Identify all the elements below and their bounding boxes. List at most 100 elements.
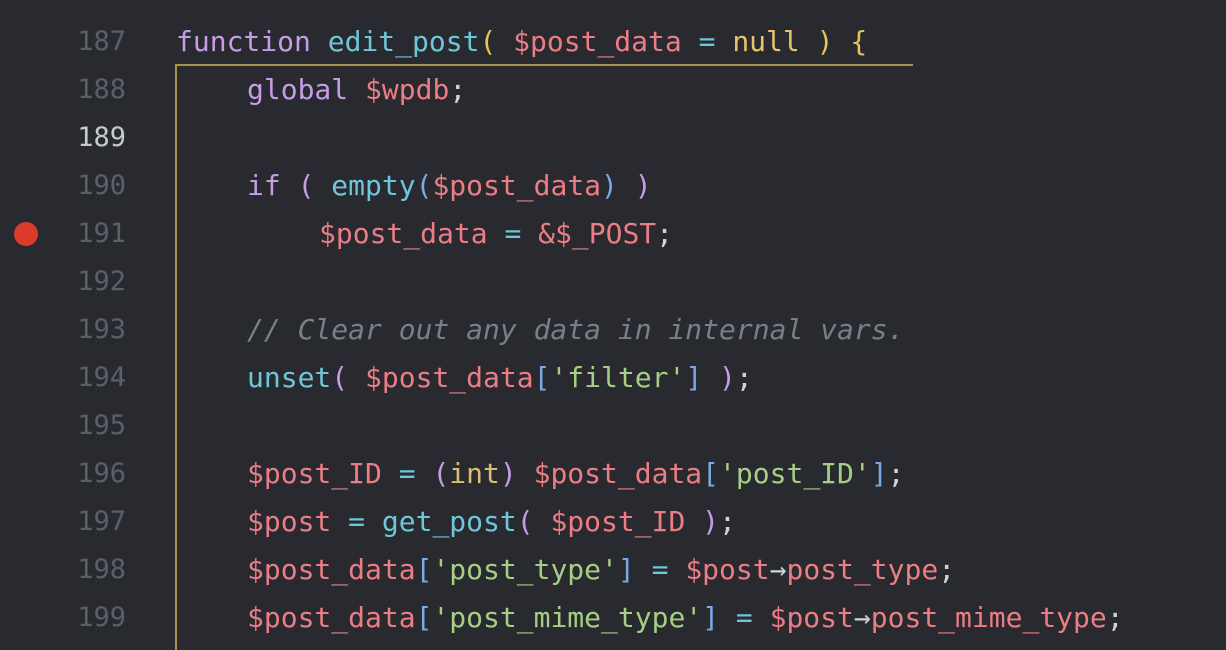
semicolon: ; xyxy=(887,457,905,490)
variable: $post_data xyxy=(365,361,534,394)
variable: $post_data xyxy=(533,457,703,490)
bracket: [ xyxy=(415,553,433,586)
type-cast: int xyxy=(449,457,500,490)
operator: = xyxy=(698,25,716,58)
line-number: 187 xyxy=(77,26,126,57)
operator: = xyxy=(398,457,416,490)
gutter-line[interactable]: 187 xyxy=(0,18,150,66)
arrow-operator: → xyxy=(769,553,787,586)
variable: $post_data xyxy=(432,169,602,202)
semicolon: ; xyxy=(735,361,753,394)
gutter-line[interactable]: 191 xyxy=(0,210,150,258)
function-name: get_post xyxy=(381,505,517,538)
semicolon: ; xyxy=(656,217,674,250)
paren: ) xyxy=(702,505,720,538)
paren: ) xyxy=(634,169,652,202)
variable: $post_data xyxy=(319,217,488,250)
code-line[interactable]: $post_data = &$_POST; xyxy=(319,210,673,258)
gutter-line[interactable]: 193 xyxy=(0,306,150,354)
bracket: ] xyxy=(617,553,635,586)
variable: $post_data xyxy=(513,25,682,58)
string-literal: 'post_ID' xyxy=(719,457,871,490)
line-number: 194 xyxy=(77,362,126,393)
property: post_mime_type xyxy=(870,601,1107,634)
gutter-line[interactable]: 198 xyxy=(0,546,150,594)
bracket: [ xyxy=(702,457,720,490)
keyword: global xyxy=(247,73,349,106)
line-number: 196 xyxy=(77,458,126,489)
code-line[interactable]: unset( $post_data['filter'] ); xyxy=(247,354,753,402)
semicolon: ; xyxy=(719,505,736,538)
variable: $post xyxy=(685,553,770,586)
bracket: ] xyxy=(702,601,720,634)
keyword: if xyxy=(247,169,281,202)
variable: $_POST xyxy=(555,217,657,250)
paren: ) xyxy=(499,457,517,490)
line-number: 193 xyxy=(77,314,126,345)
paren: ) xyxy=(719,361,736,394)
variable: $post xyxy=(247,505,332,538)
comment: // Clear out any data in internal vars. xyxy=(247,313,905,346)
code-line[interactable]: if ( empty($post_data) ) xyxy=(247,162,652,210)
variable: $post_ID xyxy=(247,457,382,490)
arrow-operator: → xyxy=(853,601,871,634)
paren: ) xyxy=(601,169,618,202)
line-number: 190 xyxy=(77,170,126,201)
variable: $post xyxy=(769,601,854,634)
semicolon: ; xyxy=(1106,601,1124,634)
code-line[interactable]: $post = get_post( $post_ID ); xyxy=(247,498,736,546)
paren: ( xyxy=(516,505,534,538)
paren: ( xyxy=(331,361,349,394)
gutter-line[interactable]: 192 xyxy=(0,258,150,306)
line-number: 197 xyxy=(77,506,126,537)
line-number: 195 xyxy=(77,410,126,441)
paren: ( xyxy=(297,169,315,202)
paren: ( xyxy=(479,25,497,58)
gutter-line[interactable]: 196 xyxy=(0,450,150,498)
string-literal: 'post_mime_type' xyxy=(432,601,703,634)
line-number-current: 189 xyxy=(77,122,126,153)
brace: { xyxy=(850,25,868,58)
gutter-line[interactable]: 194 xyxy=(0,354,150,402)
line-number: 191 xyxy=(77,218,126,249)
property: post_type xyxy=(786,553,939,586)
semicolon: ; xyxy=(938,553,956,586)
function-name: unset xyxy=(247,361,332,394)
bracket: [ xyxy=(533,361,551,394)
code-line[interactable]: $post_ID = (int) $post_data['post_ID']; xyxy=(247,450,904,498)
code-line[interactable]: function edit_post( $post_data = null ) … xyxy=(176,18,867,66)
line-number: 198 xyxy=(77,554,126,585)
keyword: function xyxy=(176,25,311,58)
variable: $wpdb xyxy=(365,73,450,106)
code-area[interactable]: function edit_post( $post_data = null ) … xyxy=(176,0,1226,650)
variable: $post_data xyxy=(247,553,416,586)
string-literal: 'post_type' xyxy=(432,553,618,586)
line-number-gutter[interactable]: 187 188 189 190 191 192 193 194 195 196 xyxy=(0,0,150,650)
gutter-line[interactable]: 190 xyxy=(0,162,150,210)
null-literal: null xyxy=(732,25,800,58)
line-number: 199 xyxy=(77,602,126,633)
variable: $post_ID xyxy=(550,505,686,538)
code-line[interactable]: global $wpdb; xyxy=(247,66,466,114)
line-number: 188 xyxy=(77,74,126,105)
gutter-line[interactable]: 189 xyxy=(0,114,150,162)
breakpoint-icon[interactable] xyxy=(14,222,38,246)
gutter-line[interactable]: 195 xyxy=(0,402,150,450)
code-editor[interactable]: 187 188 189 190 191 192 193 194 195 196 xyxy=(0,0,1226,650)
operator: = xyxy=(651,553,669,586)
paren: ) xyxy=(816,25,834,58)
code-line[interactable]: // Clear out any data in internal vars. xyxy=(247,306,904,354)
code-line[interactable]: $post_data['post_type'] = $post→post_typ… xyxy=(247,546,955,594)
operator: = xyxy=(348,505,366,538)
gutter-line[interactable]: 188 xyxy=(0,66,150,114)
operator: = xyxy=(504,217,522,250)
bracket: ] xyxy=(685,361,703,394)
semicolon: ; xyxy=(449,73,467,106)
operator: = xyxy=(735,601,753,634)
gutter-line[interactable]: 197 xyxy=(0,498,150,546)
gutter-line[interactable]: 199 xyxy=(0,594,150,642)
reference-operator: & xyxy=(538,217,556,250)
function-name: edit_post xyxy=(327,25,480,58)
code-line[interactable]: $post_data['post_mime_type'] = $post→pos… xyxy=(247,594,1124,642)
string-literal: 'filter' xyxy=(550,361,686,394)
